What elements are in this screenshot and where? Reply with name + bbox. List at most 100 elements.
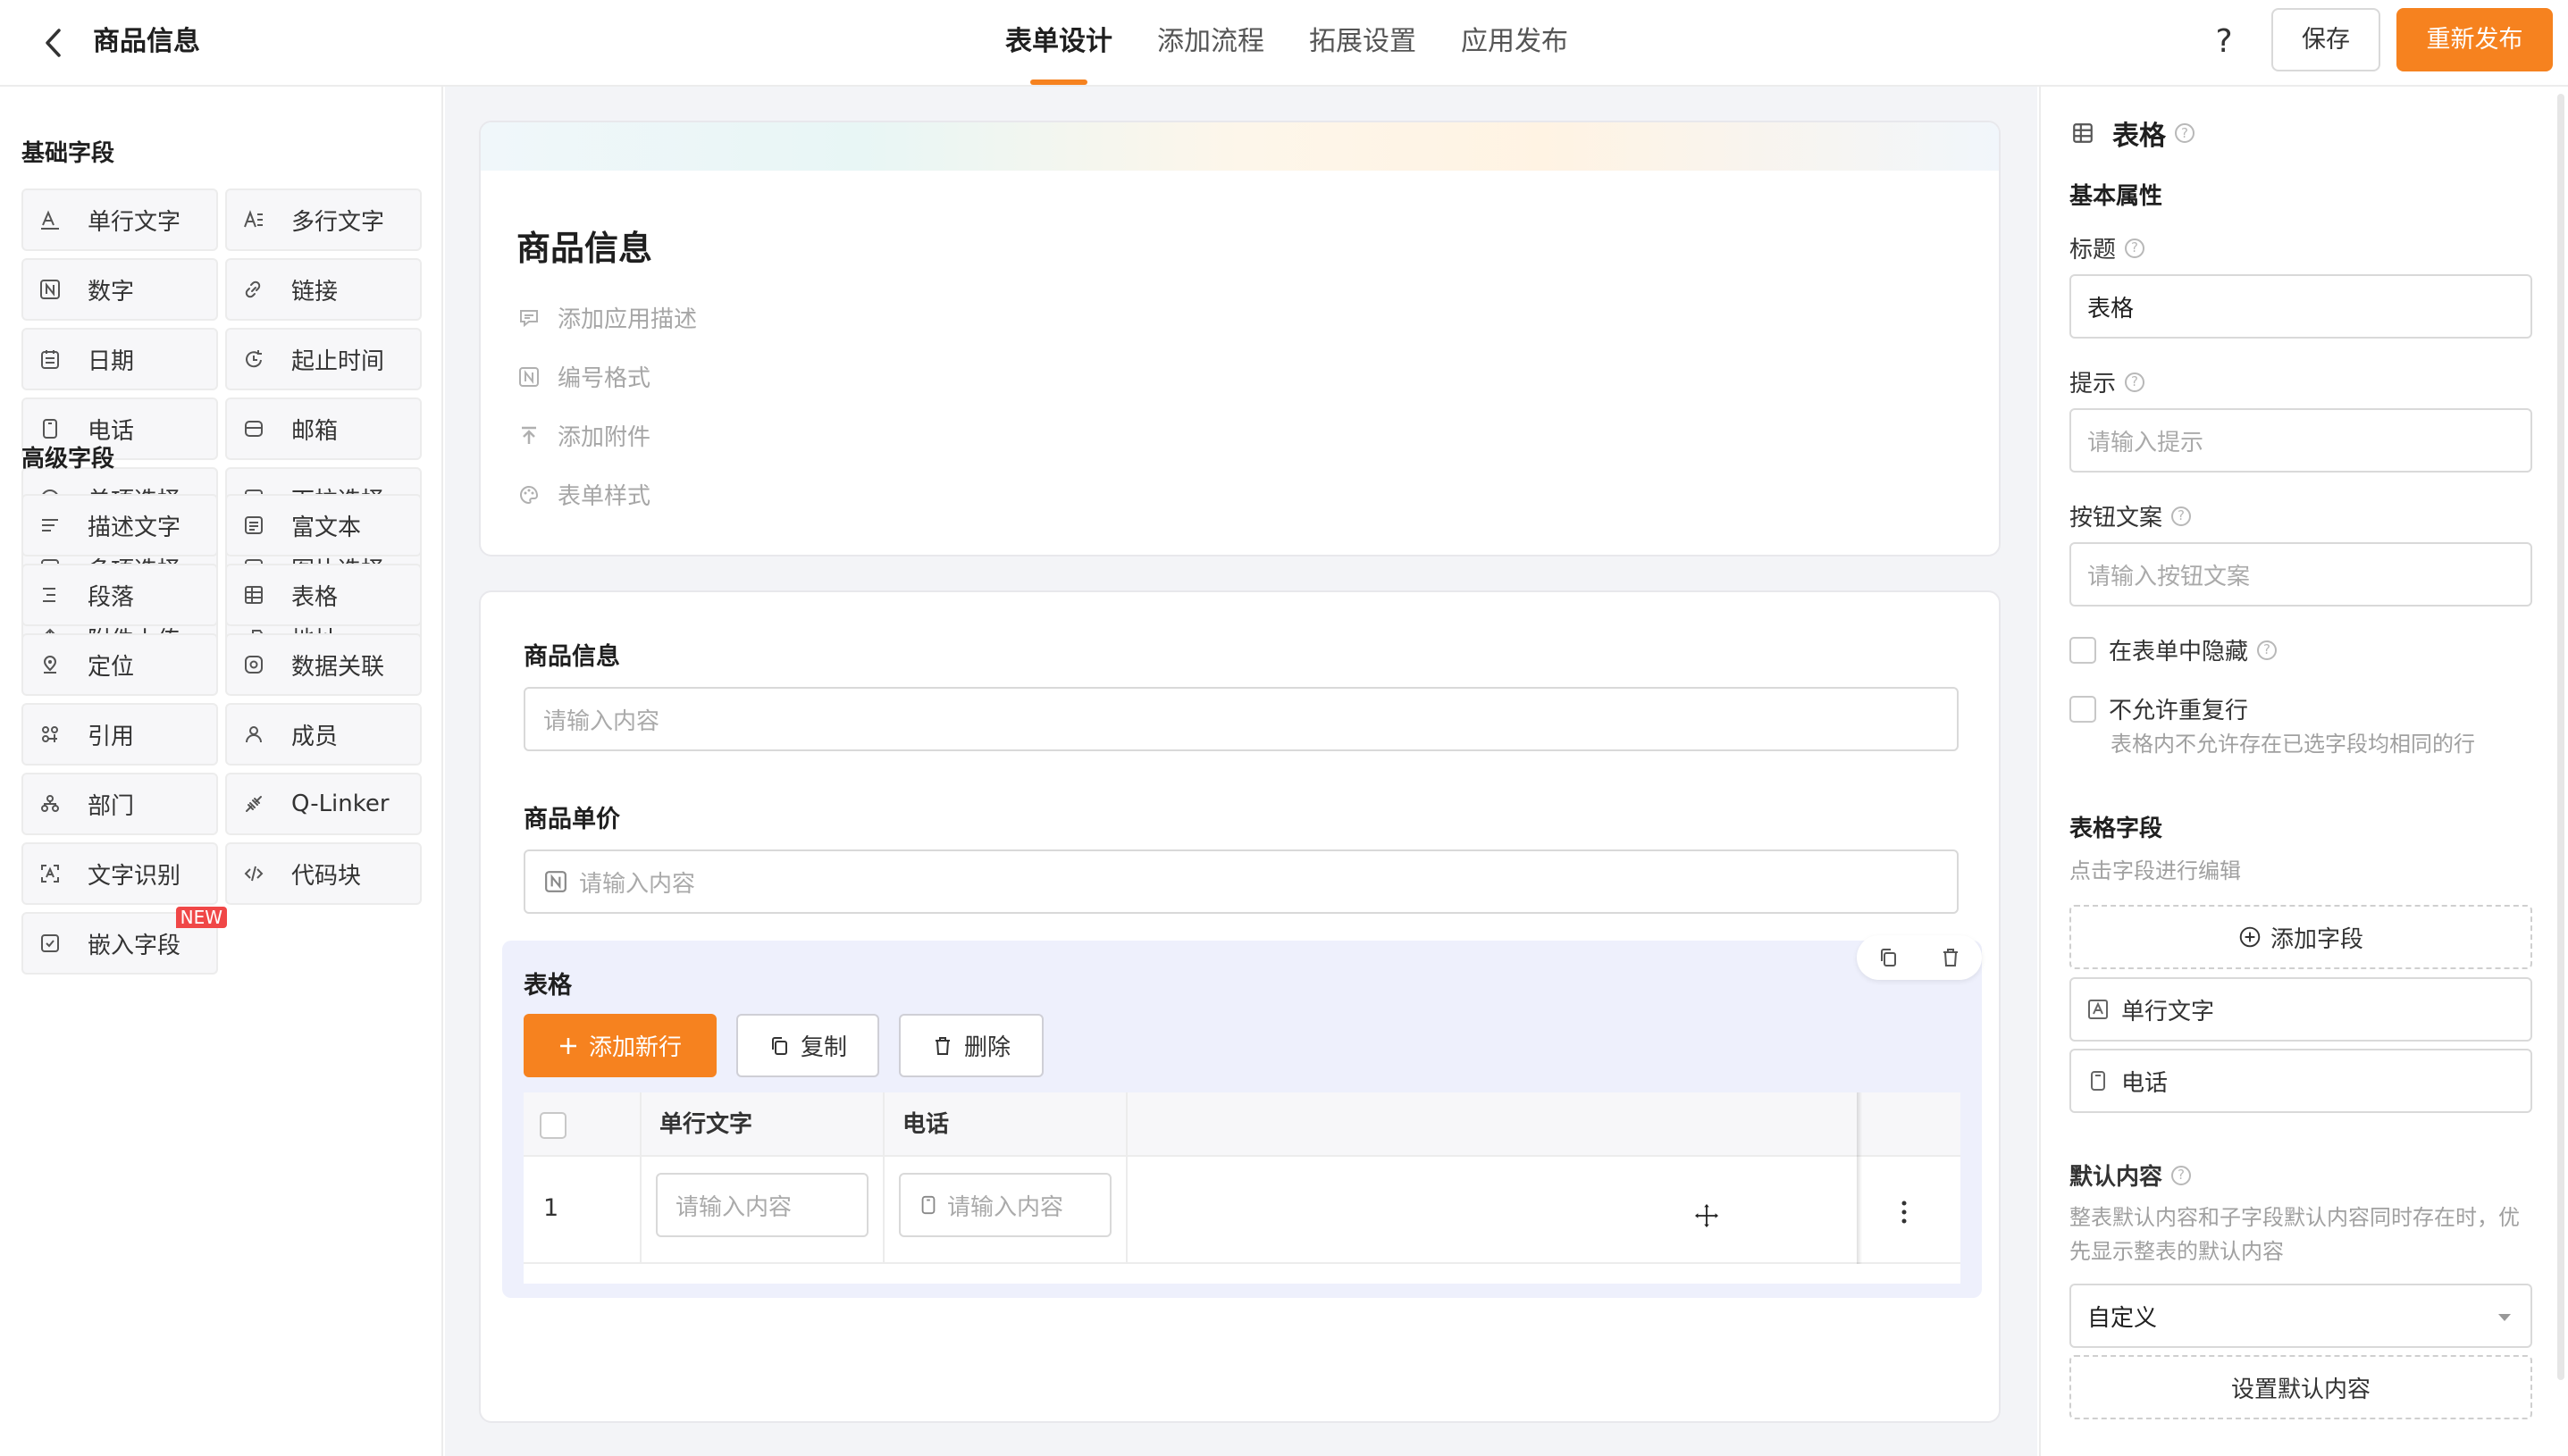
field-ocr[interactable]: 文字识别 — [21, 842, 218, 905]
title-input[interactable]: 表格 — [2069, 274, 2532, 339]
field-member[interactable]: 成员 — [225, 703, 422, 766]
palette-icon — [518, 484, 540, 506]
field-table[interactable]: 表格 — [225, 564, 422, 626]
product-price-input[interactable]: 请输入内容 — [524, 849, 1959, 914]
tab-add-workflow[interactable]: 添加流程 — [1135, 0, 1287, 87]
checkbox[interactable] — [2069, 695, 2096, 723]
field-multi-line-text[interactable]: 多行文字 — [225, 188, 422, 251]
product-info-input[interactable]: 请输入内容 — [524, 687, 1959, 751]
default-content-hint: 整表默认内容和子字段默认内容同时存在时，优先显示整表的默认内容 — [2069, 1205, 2520, 1264]
delete-row-button[interactable]: 删除 — [899, 1014, 1044, 1077]
new-badge: NEW — [175, 907, 227, 928]
row-more-button[interactable] — [1891, 1194, 1918, 1230]
help-circle-icon[interactable]: ? — [2125, 238, 2145, 258]
field-link[interactable]: 链接 — [225, 258, 422, 321]
add-field-button[interactable]: 添加字段 — [2069, 905, 2532, 969]
field-reference[interactable]: 引用 — [21, 703, 218, 766]
sub-table: 单行文字 电话 1 请输入内容 请输入内容 — [524, 1092, 1960, 1284]
cell-single-line-text-input[interactable]: 请输入内容 — [656, 1173, 869, 1237]
republish-button[interactable]: 重新发布 — [2396, 8, 2553, 71]
tab-extension-settings[interactable]: 拓展设置 — [1287, 0, 1439, 87]
add-attachment[interactable]: 添加附件 — [518, 419, 650, 452]
mail-icon — [243, 418, 264, 439]
help-circle-icon[interactable]: ? — [2257, 640, 2278, 660]
number-format-icon — [518, 366, 540, 388]
single-line-text-icon — [2087, 999, 2109, 1020]
field-label-product-price: 商品单价 — [524, 806, 620, 833]
plus-icon — [558, 1036, 578, 1056]
help-circle-icon[interactable]: ? — [2125, 372, 2145, 392]
table-field-phone[interactable]: 电话 — [2069, 1049, 2532, 1113]
form-style[interactable]: 表单样式 — [518, 478, 650, 511]
help-circle-icon[interactable]: ? — [2171, 1165, 2192, 1185]
table-field-label: 表格 — [524, 972, 572, 1000]
tab-form-design[interactable]: 表单设计 — [983, 0, 1135, 87]
trash-icon — [1943, 949, 1958, 966]
field-q-linker[interactable]: Q-Linker — [225, 773, 422, 835]
field-location[interactable]: 定位 — [21, 633, 218, 696]
field-department[interactable]: 部门 — [21, 773, 218, 835]
field-palette: 基础字段 单行文字 多行文字 数字 链接 日期 起止时间 电话 邮箱 单项选择 … — [0, 87, 443, 1456]
table-field-block[interactable]: 表格 添加新行 复制 删除 单行文字 电话 1 请输入内容 请输入内容 — [502, 935, 1982, 1298]
button-text-input[interactable]: 请输入按钮文案 — [2069, 542, 2532, 607]
hint-input[interactable]: 请输入提示 — [2069, 408, 2532, 473]
form-title: 商品信息 — [516, 229, 653, 268]
app-title: 商品信息 — [93, 26, 200, 57]
default-content-title: 默认内容? — [2069, 1159, 2192, 1192]
field-rich-text[interactable]: 富文本 — [225, 494, 422, 556]
default-content-select[interactable]: 自定义 — [2069, 1284, 2532, 1348]
copy-field-button[interactable] — [1872, 941, 1904, 974]
row-index: 1 — [543, 1194, 559, 1222]
field-paragraph[interactable]: 段落 — [21, 564, 218, 626]
help-circle-icon[interactable]: ? — [2175, 123, 2195, 143]
field-description[interactable]: 描述文字 — [21, 494, 218, 556]
copy-row-button[interactable]: 复制 — [736, 1014, 879, 1077]
q-linker-icon — [243, 793, 264, 815]
code-icon — [243, 863, 264, 884]
field-mail[interactable]: 邮箱 — [225, 397, 422, 460]
phone-icon — [39, 418, 61, 439]
link-icon — [243, 279, 264, 300]
column-header-single-line-text: 单行文字 — [659, 1111, 753, 1138]
hide-in-form-checkbox[interactable]: 在表单中隐藏? — [2069, 633, 2278, 666]
set-default-content-button[interactable]: 设置默认内容 — [2069, 1355, 2532, 1419]
field-embed[interactable]: 嵌入字段 NEW — [21, 907, 227, 975]
date-icon — [39, 348, 61, 370]
add-row-button[interactable]: 添加新行 — [524, 1014, 717, 1077]
checkbox[interactable] — [2069, 636, 2096, 664]
tab-app-publish[interactable]: 应用发布 — [1439, 0, 1590, 87]
save-button[interactable]: 保存 — [2271, 8, 2380, 71]
field-single-line-text[interactable]: 单行文字 — [21, 188, 218, 251]
no-duplicate-rows-checkbox[interactable]: 不允许重复行 — [2069, 692, 2248, 725]
select-all-checkbox[interactable] — [540, 1112, 566, 1139]
table-icon — [243, 584, 264, 606]
form-body-card: 商品信息 请输入内容 商品单价 请输入内容 表格 添加新行 复制 删除 单行文字… — [479, 590, 2001, 1423]
more-vertical-icon — [1901, 1201, 1907, 1224]
delete-field-button[interactable] — [1934, 941, 1967, 974]
field-label-product-info: 商品信息 — [524, 643, 620, 671]
add-app-description[interactable]: 添加应用描述 — [518, 301, 697, 334]
help-circle-icon[interactable]: ? — [2171, 506, 2192, 526]
field-date[interactable]: 日期 — [21, 328, 218, 390]
field-number[interactable]: 数字 — [21, 258, 218, 321]
cell-phone-input[interactable]: 请输入内容 — [899, 1173, 1112, 1237]
phone-icon — [2087, 1070, 2109, 1092]
paragraph-icon — [39, 584, 61, 606]
move-cursor-icon — [1693, 1202, 1720, 1229]
field-code-block[interactable]: 代码块 — [225, 842, 422, 905]
number-format[interactable]: 编号格式 — [518, 360, 650, 393]
field-data-link[interactable]: 数据关联 — [225, 633, 422, 696]
properties-panel: 表格 ? 基本属性 标题? 表格 提示? 请输入提示 按钮文案? 请输入按钮文案… — [2039, 87, 2568, 1456]
hint-label: 提示? — [2069, 365, 2145, 398]
comment-icon — [518, 307, 540, 329]
description-icon — [39, 515, 61, 536]
back-button[interactable] — [36, 23, 71, 63]
scrollbar[interactable] — [2557, 94, 2564, 1380]
table-block-toolbar — [1857, 935, 1982, 980]
table-field-single-line-text[interactable]: 单行文字 — [2069, 977, 2532, 1042]
field-time-range[interactable]: 起止时间 — [225, 328, 422, 390]
column-header-phone: 电话 — [902, 1111, 950, 1138]
no-duplicate-hint: 表格内不允许存在已选字段均相同的行 — [2111, 732, 2475, 757]
help-button[interactable]: ? — [2205, 20, 2243, 64]
title-label: 标题? — [2069, 231, 2145, 264]
